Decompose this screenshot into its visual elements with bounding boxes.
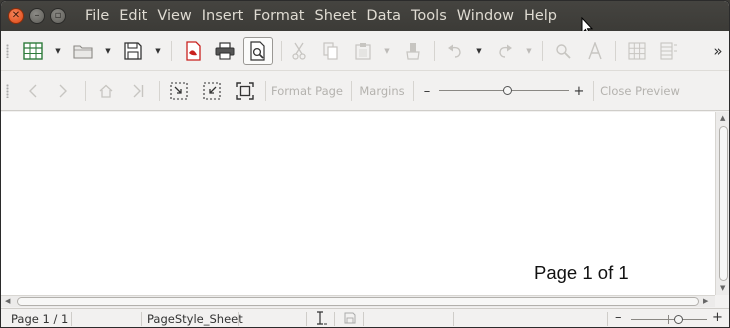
menu-items: File Edit View Insert Format Sheet Data … [80, 8, 562, 24]
spelling-icon[interactable] [583, 31, 607, 71]
horizontal-scrollbar[interactable]: ◀ ▶ [1, 295, 715, 307]
menu-help[interactable]: Help [519, 8, 562, 24]
toolbar-separator [351, 81, 352, 101]
menu-view[interactable]: View [152, 8, 196, 24]
status-separator [363, 312, 364, 326]
copy-icon[interactable] [319, 31, 343, 71]
menu-window[interactable]: Window [452, 8, 519, 24]
toolbar-separator [171, 41, 172, 61]
scroll-down-arrow-icon[interactable]: ▼ [720, 285, 725, 292]
menu-file[interactable]: File [80, 8, 114, 24]
menu-sheet[interactable]: Sheet [309, 8, 361, 24]
menu-edit[interactable]: Edit [114, 8, 152, 24]
close-preview-button[interactable]: Close Preview [600, 71, 680, 111]
paste-icon[interactable] [351, 31, 375, 71]
toolbar-overflow-button[interactable]: » [709, 31, 727, 71]
scroll-right-arrow-icon[interactable]: ▶ [703, 298, 708, 305]
spreadsheet-new-icon[interactable] [21, 31, 45, 71]
zoom-in-icon[interactable] [168, 71, 190, 111]
margins-button[interactable]: Margins [359, 71, 405, 111]
export-pdf-icon[interactable] [181, 31, 205, 71]
undo-dropdown-chevron-icon[interactable]: ▼ [473, 31, 485, 71]
standard-toolbar: ▼ ▼ ▼ ▼ ▼ ▼ » [1, 31, 729, 71]
row-icon[interactable] [625, 31, 649, 71]
menu-tools[interactable]: Tools [406, 8, 452, 24]
status-separator [141, 312, 142, 326]
libreoffice-calc-window: ✕ – ▫ File Edit View Insert Format Sheet… [0, 0, 730, 328]
undo-icon[interactable] [443, 31, 467, 71]
find-icon[interactable] [551, 31, 575, 71]
status-separator [306, 312, 307, 326]
minimize-window-button[interactable]: – [29, 8, 45, 24]
clone-formatting-icon[interactable] [401, 31, 425, 71]
first-page-icon[interactable] [95, 71, 117, 111]
page-style-indicator[interactable]: PageStyle_Sheet [147, 312, 243, 326]
toolbar-separator [85, 81, 86, 101]
page-indicator[interactable]: Page 1 / 1 [11, 312, 68, 326]
document-modified-icon [344, 312, 356, 327]
zoom-out-icon[interactable] [201, 71, 223, 111]
toolbar-separator [159, 81, 160, 101]
status-separator [238, 312, 239, 326]
status-separator [453, 312, 454, 326]
status-separator [607, 312, 608, 326]
open-dropdown-chevron-icon[interactable]: ▼ [102, 31, 114, 71]
last-page-icon[interactable] [127, 71, 149, 111]
toolbar-separator [265, 81, 266, 101]
menu-insert[interactable]: Insert [197, 8, 249, 24]
toolbar-separator [281, 41, 282, 61]
toolbar-separator [413, 81, 414, 101]
text-cursor-icon [314, 311, 328, 327]
toolbar-separator [615, 41, 616, 61]
status-bar: Page 1 / 1 PageStyle_Sheet – + [1, 308, 729, 327]
next-page-icon[interactable] [53, 71, 73, 111]
page-number-footer: Page 1 of 1 [534, 262, 629, 283]
status-separator [71, 312, 72, 326]
redo-icon[interactable] [493, 31, 517, 71]
close-window-button[interactable]: ✕ [8, 8, 24, 24]
status-zoom-minus-button[interactable]: – [615, 310, 622, 325]
print-preview-page: Page 1 of 1 [1, 112, 715, 295]
toolbar-separator [593, 81, 594, 101]
save-dropdown-chevron-icon[interactable]: ▼ [152, 31, 164, 71]
toolbar-separator [434, 41, 435, 61]
status-zoom-center-tick [668, 315, 669, 324]
vertical-scrollbar-thumb[interactable] [719, 126, 728, 281]
window-controls: ✕ – ▫ [8, 8, 66, 24]
status-separator [334, 312, 335, 326]
status-zoom-plus-button[interactable]: + [712, 310, 723, 325]
print-icon[interactable] [213, 31, 237, 71]
new-dropdown-chevron-icon[interactable]: ▼ [52, 31, 64, 71]
zoom-slider-thumb[interactable] [503, 86, 513, 95]
scroll-left-arrow-icon[interactable]: ◀ [5, 298, 10, 305]
zoom-plus-button[interactable]: + [573, 71, 585, 111]
cut-icon[interactable] [287, 31, 311, 71]
menu-data[interactable]: Data [361, 8, 406, 24]
status-zoom-slider-thumb[interactable] [673, 315, 683, 324]
save-icon[interactable] [121, 31, 145, 71]
toolbar-grip[interactable] [6, 84, 9, 98]
previous-page-icon[interactable] [23, 71, 43, 111]
zoom-minus-button[interactable]: – [421, 71, 433, 111]
horizontal-scrollbar-thumb[interactable] [17, 297, 699, 306]
maximize-window-button[interactable]: ▫ [50, 8, 66, 24]
toolbar-grip[interactable] [6, 44, 9, 58]
full-screen-icon[interactable] [234, 71, 256, 111]
vertical-scrollbar[interactable]: ▲ ▼ [715, 112, 729, 295]
format-page-button[interactable]: Format Page [271, 71, 343, 111]
print-preview-icon[interactable] [243, 37, 273, 65]
status-zoom-slider-track[interactable] [631, 319, 707, 320]
scroll-up-arrow-icon[interactable]: ▲ [720, 115, 725, 122]
redo-dropdown-chevron-icon[interactable]: ▼ [523, 31, 535, 71]
menu-format[interactable]: Format [248, 8, 309, 24]
menu-bar: ✕ – ▫ File Edit View Insert Format Sheet… [1, 1, 729, 37]
print-preview-toolbar: Format Page Margins – + Close Preview [1, 71, 729, 111]
column-icon[interactable] [657, 31, 681, 71]
paste-dropdown-chevron-icon[interactable]: ▼ [381, 31, 393, 71]
folder-open-icon[interactable] [71, 31, 95, 71]
toolbar-separator [542, 41, 543, 61]
